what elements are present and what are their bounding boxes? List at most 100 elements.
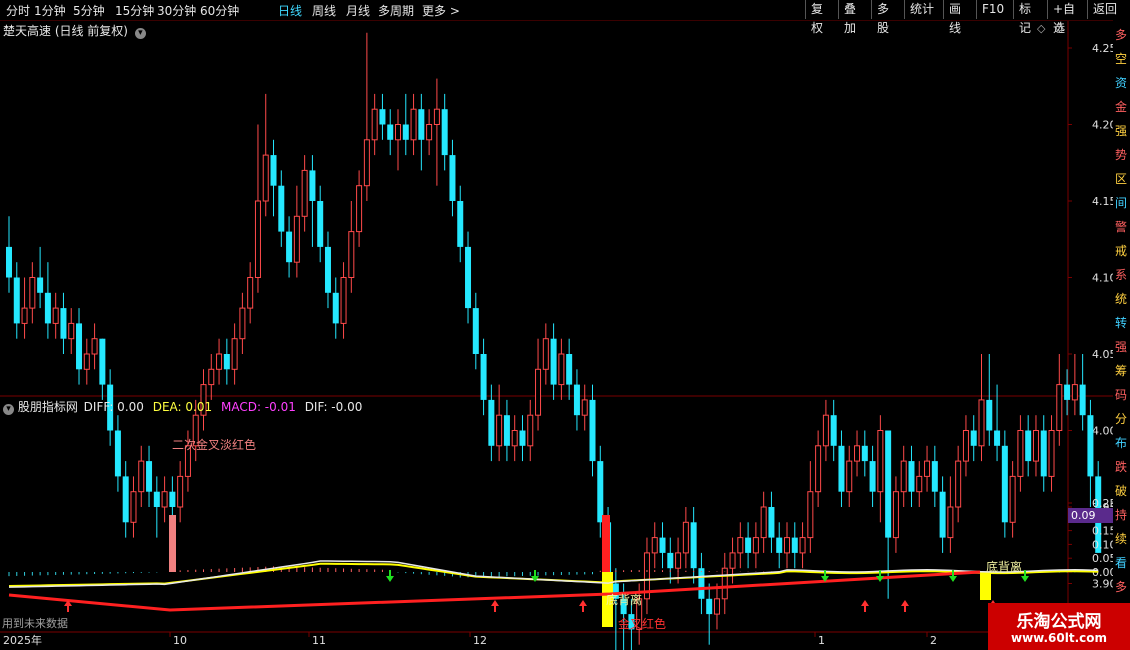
candle-body: [286, 231, 293, 263]
tick-value-badge: 0.09: [1068, 508, 1113, 523]
candle-body: [706, 598, 713, 615]
candle-body: [597, 461, 604, 523]
xaxis-label: 2025年: [3, 633, 42, 647]
candle-body: [472, 308, 479, 354]
right-strip: 多空资金强势区间警戒系统转强筹码分布跌破持续看多交: [1113, 20, 1130, 650]
candle-body: [807, 491, 814, 539]
candle-body: [581, 399, 588, 416]
candle-body: [216, 353, 223, 370]
watermark-title: 乐淘公式网: [1016, 612, 1102, 632]
candle-body: [931, 461, 938, 492]
candle-body: [830, 415, 837, 446]
up-arrow-icon: [861, 600, 869, 612]
candle-body: [978, 399, 985, 447]
candle-body: [395, 124, 401, 141]
candle-body: [955, 460, 962, 508]
candle-body: [721, 567, 728, 600]
candle-body: [877, 430, 884, 493]
candle-body: [690, 522, 697, 569]
candle-body: [503, 415, 510, 446]
strip-char: 强: [1115, 124, 1128, 138]
candle-body: [527, 414, 534, 447]
candle-body: [68, 322, 75, 340]
candle-body: [169, 491, 176, 507]
candle-body: [550, 338, 557, 385]
candle-body: [6, 246, 12, 278]
candle-body: [854, 445, 861, 462]
candle-body: [589, 399, 596, 462]
up-arrow-icon: [579, 600, 587, 612]
candle-body: [1009, 475, 1016, 523]
xaxis-label: 12: [473, 634, 487, 647]
candle-body: [270, 155, 277, 186]
candle-body: [301, 169, 308, 217]
candle-body: [1040, 430, 1047, 477]
strip-char: 码: [1115, 388, 1128, 402]
candle-body: [791, 537, 798, 553]
strip-char: 区: [1115, 172, 1128, 186]
candle-body: [776, 537, 783, 553]
candle-body: [83, 353, 90, 370]
candle-body: [659, 537, 666, 553]
candle-body: [293, 215, 300, 263]
candle-body: [558, 353, 565, 386]
candle-body: [449, 155, 456, 201]
candle-body: [535, 368, 542, 416]
annotation-divergence-1: 底背离: [606, 593, 643, 607]
candle-body: [1087, 415, 1094, 477]
candle-body: [1048, 430, 1055, 477]
strip-char: 空: [1115, 52, 1128, 66]
candle-body: [426, 124, 433, 141]
candle-body: [713, 598, 720, 615]
candle-body: [29, 277, 36, 309]
candle-body: [924, 460, 931, 477]
xaxis-label: 1: [818, 634, 825, 647]
strip-char: 破: [1115, 484, 1128, 498]
candle-body: [1032, 430, 1039, 462]
candle-body: [519, 430, 526, 446]
candle-body: [239, 307, 246, 340]
strip-char: 强: [1115, 340, 1128, 354]
indicator-name[interactable]: 股朋指标网: [18, 400, 78, 414]
candle-body: [441, 109, 448, 156]
strip-char: 筹: [1115, 364, 1128, 378]
candle-body: [846, 460, 853, 493]
strip-char: 戒: [1115, 244, 1128, 258]
candle-body: [573, 384, 580, 416]
indicator-chevron-icon[interactable]: ▾: [3, 404, 14, 415]
strip-char: 持: [1115, 508, 1128, 522]
candle-body: [114, 430, 121, 477]
candle-body: [698, 568, 705, 599]
candle-body: [340, 277, 347, 324]
strip-char: 资: [1115, 76, 1128, 90]
candle-body: [44, 292, 51, 324]
candle-body: [815, 445, 822, 493]
candle-body: [784, 537, 790, 554]
candle-body: [356, 185, 363, 233]
candle-body: [962, 430, 969, 462]
candle-body: [511, 430, 518, 447]
candle-body: [916, 475, 923, 493]
candle-body: [861, 445, 868, 462]
candle-body: [1025, 430, 1032, 462]
xaxis-label: 11: [312, 634, 326, 647]
candle-body: [52, 307, 59, 324]
future-data-note: 用到未来数据: [2, 617, 68, 630]
candle-body: [752, 537, 759, 554]
divergence-bar-2: [980, 572, 991, 600]
chart-area[interactable]: 4.254.204.154.104.054.003.953.903.850.25…: [0, 0, 1130, 650]
candle-body: [122, 476, 129, 523]
candle-body: [348, 231, 355, 279]
candle-body: [60, 308, 67, 339]
candle-body: [332, 292, 339, 324]
down-arrow-icon: [386, 570, 394, 582]
candle-body: [465, 246, 472, 309]
watermark-url: www.60lt.com: [1010, 631, 1108, 645]
candle-body: [566, 354, 573, 385]
golden-cross-bar: [602, 515, 610, 572]
candle-body: [947, 506, 954, 539]
candle-body: [309, 170, 316, 201]
strip-char: 统: [1115, 292, 1128, 306]
strip-char: 看: [1115, 556, 1128, 570]
dif-label: DIF: -0.00: [304, 400, 363, 414]
